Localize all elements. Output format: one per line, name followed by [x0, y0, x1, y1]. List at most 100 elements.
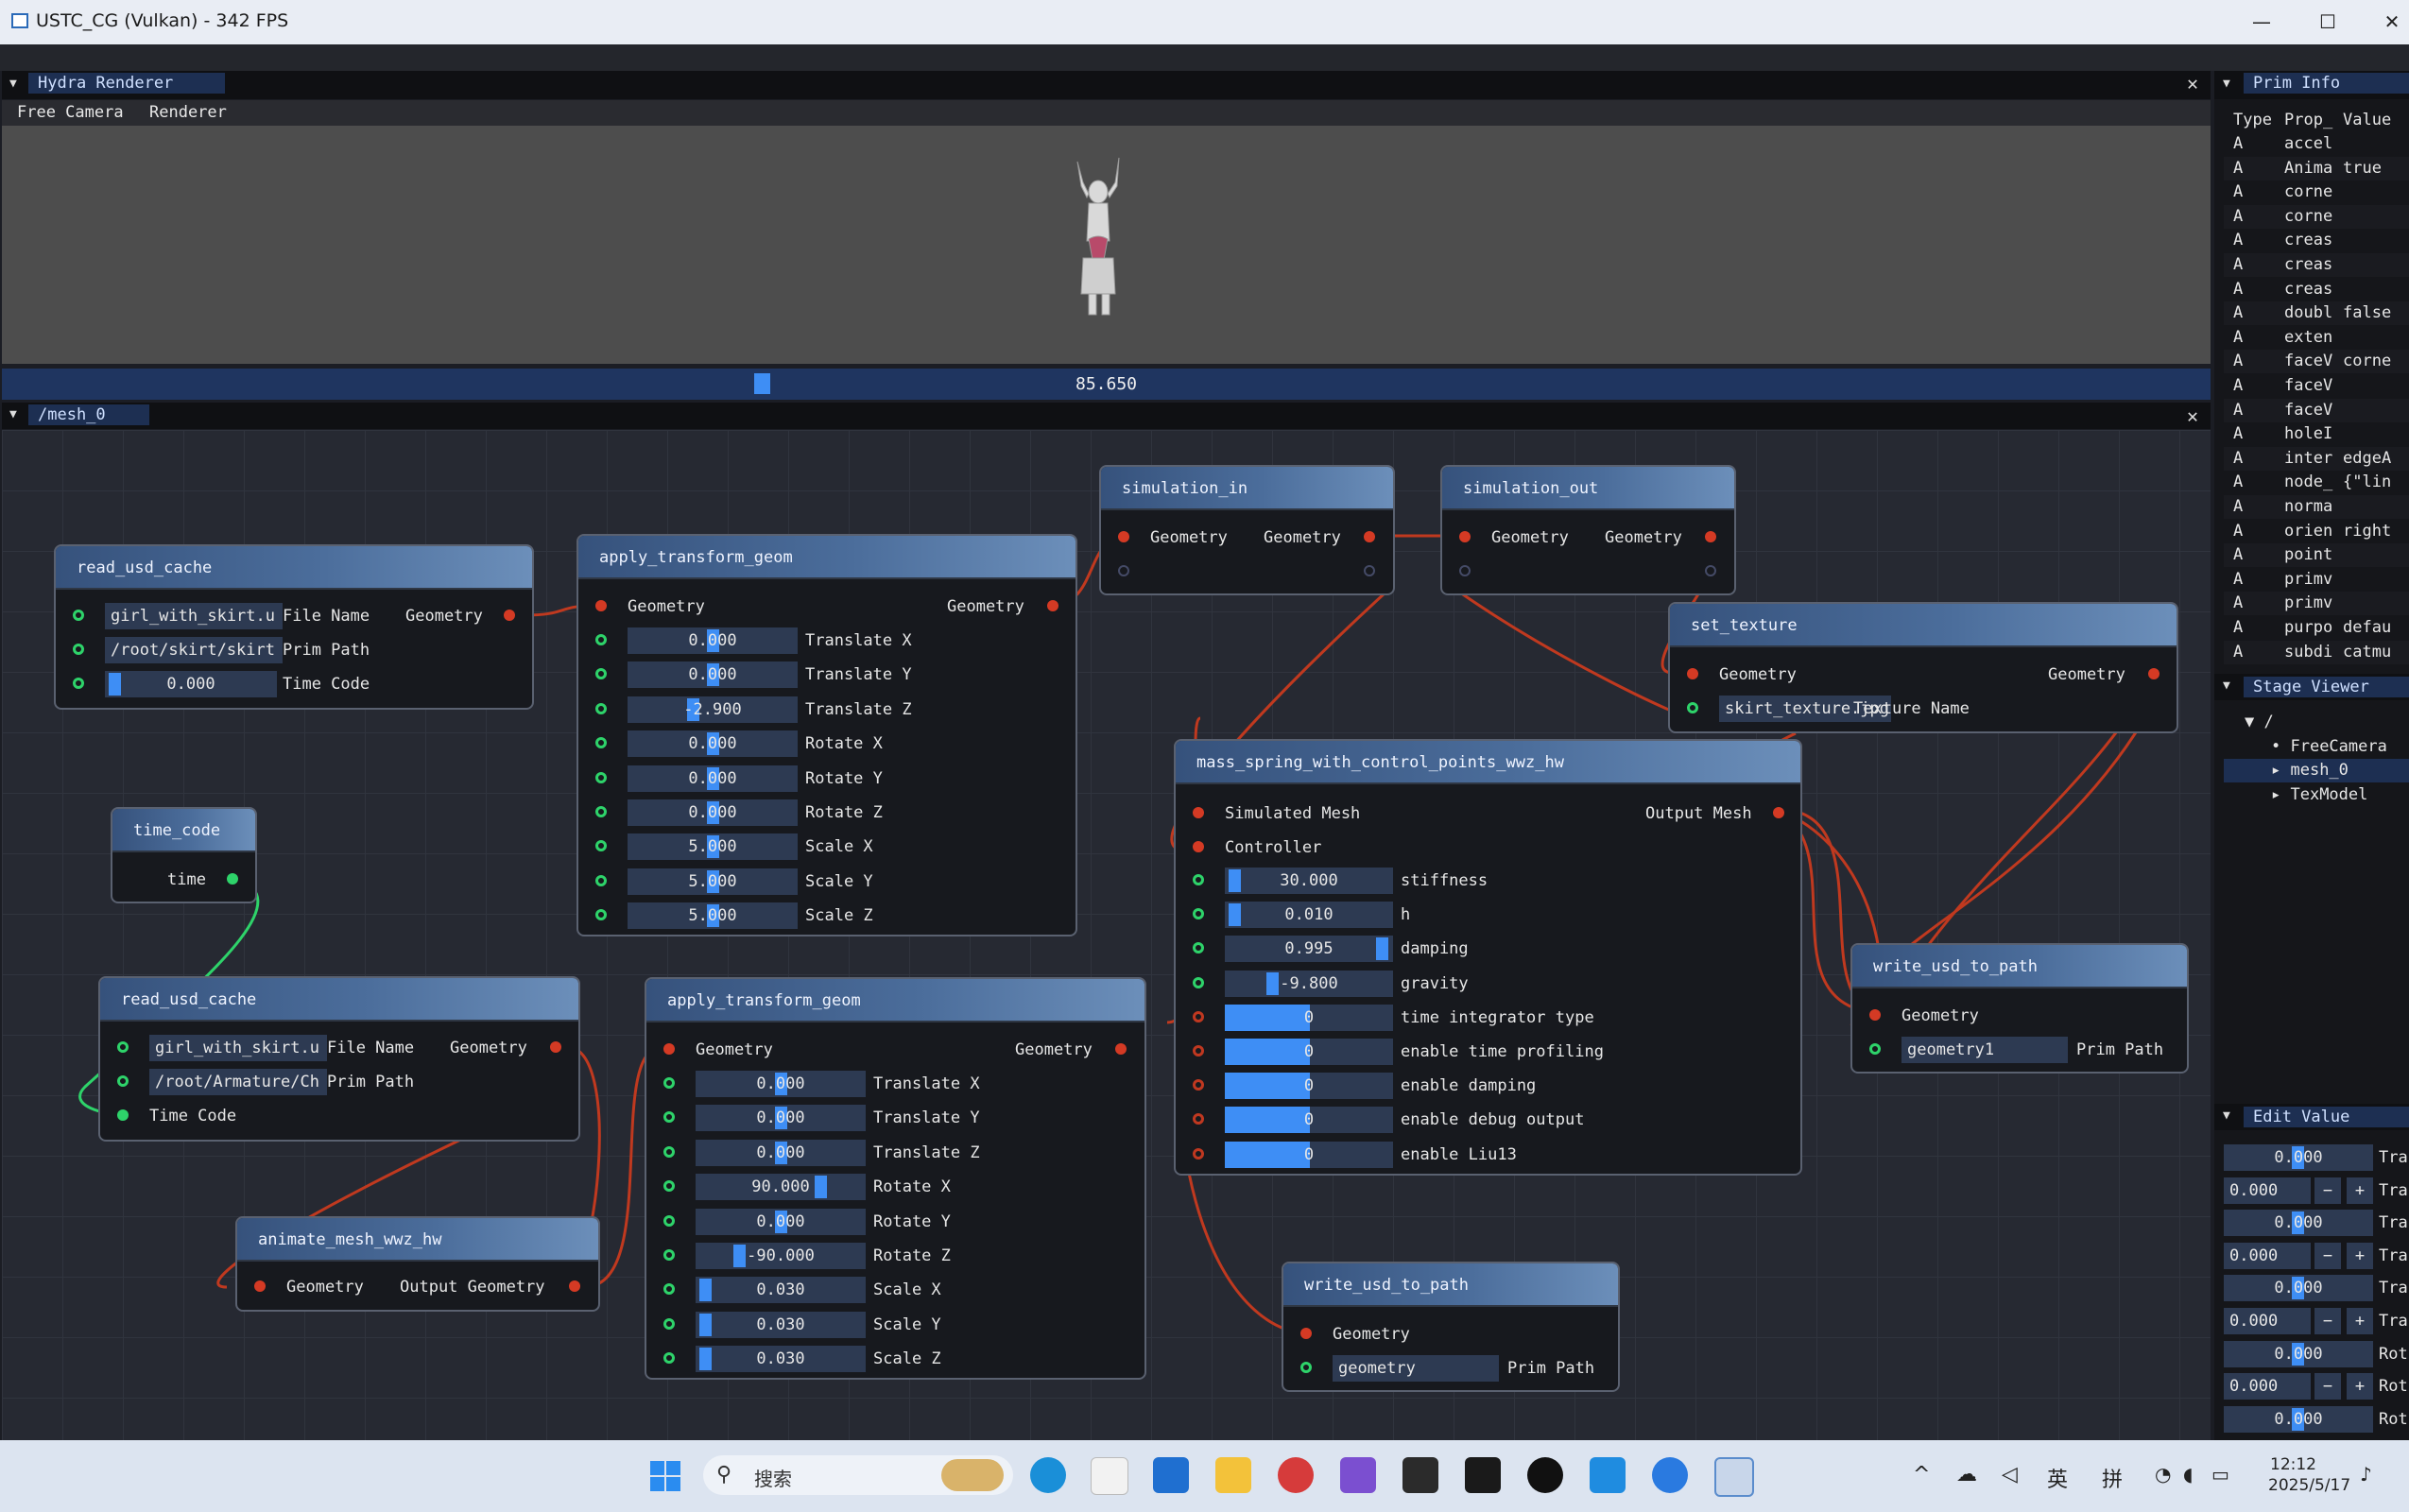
table-row[interactable]: Aorien right — [2224, 520, 2409, 543]
input-pin[interactable] — [1193, 841, 1204, 852]
input-pin[interactable] — [1869, 1043, 1881, 1055]
output-pin[interactable] — [1773, 807, 1784, 818]
tree-item-freecamera[interactable]: • FreeCamera — [2271, 735, 2387, 759]
value-slider[interactable]: 0.000 — [696, 1208, 866, 1235]
table-row[interactable]: Acorne — [2224, 180, 2409, 204]
input-pin[interactable] — [663, 1077, 675, 1089]
input-pin[interactable] — [595, 909, 607, 921]
prim-path-field[interactable]: /root/skirt/skirt — [105, 637, 283, 663]
cloud-icon[interactable]: ☁ — [1956, 1463, 1977, 1486]
7zip-icon[interactable] — [1465, 1457, 1501, 1493]
input-pin[interactable] — [73, 678, 84, 689]
value-slider[interactable]: 90.000 — [696, 1174, 866, 1201]
table-row[interactable]: Acreas — [2224, 253, 2409, 277]
table-row[interactable]: Aexten — [2224, 326, 2409, 350]
value-slider[interactable]: 0.000 — [628, 627, 798, 654]
input-pin[interactable] — [117, 1041, 129, 1053]
table-row[interactable]: Aprimv — [2224, 568, 2409, 592]
table-row[interactable]: AholeI — [2224, 422, 2409, 446]
visual-studio-icon[interactable] — [1340, 1457, 1376, 1493]
param-slider[interactable]: 0 — [1225, 1039, 1393, 1065]
increment-button[interactable]: + — [2347, 1373, 2373, 1400]
increment-button[interactable]: + — [2347, 1242, 2373, 1269]
input-pin[interactable] — [663, 1145, 675, 1158]
tree-item-texmodel[interactable]: ▸ TexModel — [2271, 783, 2367, 807]
table-row[interactable]: Asubdi catmu — [2224, 640, 2409, 664]
node-simulation-out[interactable]: simulation_out Geometry Geometry — [1440, 465, 1736, 595]
input-pin[interactable] — [1869, 1009, 1881, 1021]
edge-browser-icon[interactable] — [1030, 1457, 1066, 1493]
taskbar-search-box[interactable]: ⚲ 搜索 — [703, 1455, 1013, 1495]
value-drag-slider[interactable]: 0.000 — [2224, 1275, 2373, 1302]
node-write-usd-1[interactable]: write_usd_to_path Geometry geometry1 Pri… — [1850, 943, 2189, 1074]
input-pin[interactable] — [1193, 1079, 1204, 1091]
value-slider[interactable]: 0.030 — [696, 1346, 866, 1373]
input-pin[interactable] — [1193, 976, 1204, 988]
input-pin[interactable] — [663, 1283, 675, 1296]
node-mass-spring[interactable]: mass_spring_with_control_points_wwz_hw S… — [1174, 739, 1802, 1176]
output-pin[interactable] — [1705, 565, 1716, 576]
store-icon[interactable] — [1091, 1457, 1128, 1495]
input-pin[interactable] — [595, 806, 607, 817]
table-row[interactable]: AfaceV corne — [2224, 350, 2409, 374]
value-slider[interactable]: -2.900 — [628, 696, 798, 723]
node-animate-mesh[interactable]: animate_mesh_wwz_hw Geometry Output Geom… — [235, 1216, 600, 1312]
input-pin[interactable] — [595, 600, 607, 611]
outlook-icon[interactable] — [1153, 1457, 1189, 1493]
value-slider[interactable]: 0.030 — [696, 1311, 866, 1338]
battery-icon[interactable]: ▭ — [2211, 1463, 2229, 1486]
file-name-field[interactable]: girl_with_skirt.u — [105, 603, 283, 629]
clock-date[interactable]: 2025/5/17 — [2268, 1476, 2350, 1495]
value-drag-slider[interactable]: 0.000 — [2224, 1340, 2373, 1367]
param-slider[interactable]: 0 — [1225, 1107, 1393, 1134]
param-slider[interactable]: 0 — [1225, 1004, 1393, 1031]
collapse-icon[interactable]: ▼ — [2223, 77, 2230, 91]
table-row[interactable]: AfaceV — [2224, 374, 2409, 398]
wifi-icon[interactable]: ◔ — [2155, 1463, 2171, 1486]
param-slider[interactable]: 30.000 — [1225, 868, 1393, 894]
output-pin[interactable] — [1047, 600, 1058, 611]
value-field[interactable]: 0.000 — [2224, 1242, 2311, 1269]
input-pin[interactable] — [595, 771, 607, 783]
input-pin[interactable] — [1193, 942, 1204, 954]
node-simulation-in[interactable]: simulation_in Geometry Geometry — [1099, 465, 1395, 595]
volume-icon[interactable]: ◖ — [2183, 1463, 2194, 1486]
value-slider[interactable]: 5.000 — [628, 902, 798, 930]
send-icon[interactable]: ◁ — [2002, 1463, 2018, 1486]
input-pin[interactable] — [595, 702, 607, 714]
value-field[interactable]: 0.000 — [2224, 1373, 2311, 1400]
decrement-button[interactable]: − — [2314, 1308, 2341, 1334]
prim-path-field[interactable]: geometry — [1333, 1355, 1499, 1382]
value-slider[interactable]: 0.000 — [696, 1139, 866, 1166]
input-pin[interactable] — [1193, 807, 1204, 818]
node-read-usd-cache-2[interactable]: read_usd_cache girl_with_skirt.u File Na… — [98, 976, 580, 1142]
tree-item-mesh[interactable]: ▸ mesh_0 — [2271, 759, 2349, 782]
param-slider[interactable]: 0.010 — [1225, 902, 1393, 929]
input-pin[interactable] — [595, 737, 607, 749]
value-slider[interactable]: 0.000 — [628, 730, 798, 758]
output-pin[interactable] — [2148, 668, 2159, 679]
node-apply-transform-2[interactable]: apply_transform_geom Geometry Geometry 0… — [645, 977, 1146, 1380]
input-pin[interactable] — [117, 1075, 129, 1087]
input-pin[interactable] — [595, 668, 607, 680]
input-pin[interactable] — [1300, 1362, 1312, 1373]
prim-path-field[interactable]: geometry1 — [1901, 1037, 2068, 1063]
table-row[interactable]: Acorne — [2224, 204, 2409, 229]
input-pin[interactable] — [1687, 702, 1698, 713]
value-slider[interactable]: 0.000 — [628, 765, 798, 792]
value-slider[interactable]: 0.000 — [696, 1105, 866, 1132]
input-pin[interactable] — [663, 1352, 675, 1365]
maps-icon[interactable] — [1652, 1457, 1688, 1493]
value-slider[interactable]: -90.000 — [696, 1243, 866, 1269]
output-pin[interactable] — [550, 1041, 561, 1053]
node-read-usd-cache-1[interactable]: read_usd_cache girl_with_skirt.u File Na… — [54, 544, 534, 710]
input-pin[interactable] — [1193, 1010, 1204, 1022]
table-row[interactable]: Anorma — [2224, 495, 2409, 519]
input-pin[interactable] — [1193, 874, 1204, 885]
value-drag-slider[interactable]: 0.000 — [2224, 1405, 2373, 1433]
table-row[interactable]: AfaceV — [2224, 398, 2409, 422]
output-pin[interactable] — [1364, 565, 1375, 576]
input-pin[interactable] — [73, 610, 84, 621]
value-slider[interactable]: 0.030 — [696, 1277, 866, 1304]
output-pin[interactable] — [1115, 1043, 1127, 1055]
